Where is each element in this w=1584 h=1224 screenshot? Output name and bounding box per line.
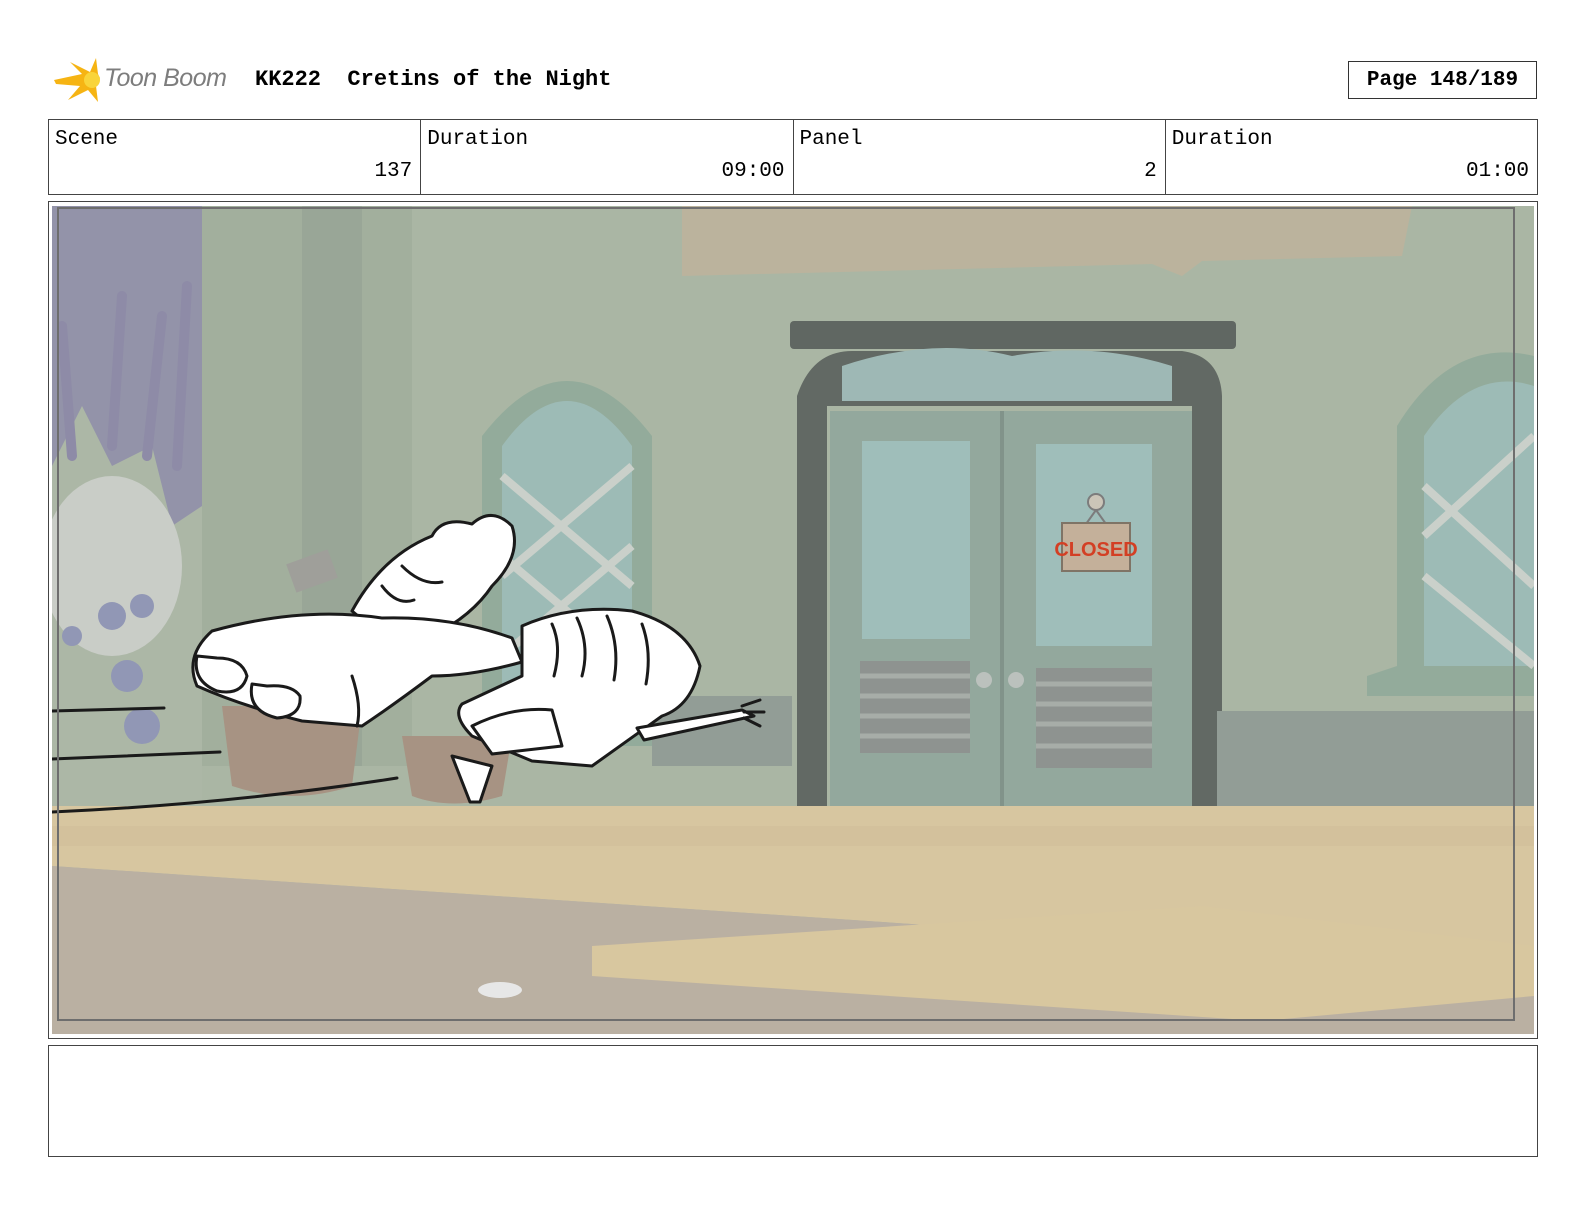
scene-duration-cell: Duration 09:00: [421, 120, 794, 194]
panel-duration-value: 01:00: [1465, 160, 1529, 183]
scene-duration-value: 09:00: [721, 160, 785, 183]
document-title: KK222 Cretins of the Night: [255, 67, 611, 92]
storyboard-panel-image: CLOSED: [52, 206, 1534, 1034]
panel-label: Panel: [799, 128, 863, 151]
scene-duration-label: Duration: [427, 128, 529, 151]
panel-value: 2: [1144, 160, 1157, 183]
panel-notes-box: [48, 1045, 1538, 1157]
panel-duration-cell: Duration 01:00: [1166, 120, 1537, 194]
scene-label: Scene: [55, 128, 119, 151]
panel-cell: Panel 2: [794, 120, 1166, 194]
panel-duration-label: Duration: [1171, 128, 1273, 151]
episode-code: KK222: [255, 67, 322, 92]
page-indicator: Page 148/189: [1348, 61, 1537, 99]
scene-cell: Scene 137: [49, 120, 422, 194]
episode-title: Cretins of the Night: [347, 67, 612, 92]
scene-info-table: Scene 137 Duration 09:00 Panel 2 Duratio…: [48, 119, 1538, 195]
logo-text: Toon Boom: [104, 64, 227, 92]
scene-value: 137: [374, 160, 413, 183]
